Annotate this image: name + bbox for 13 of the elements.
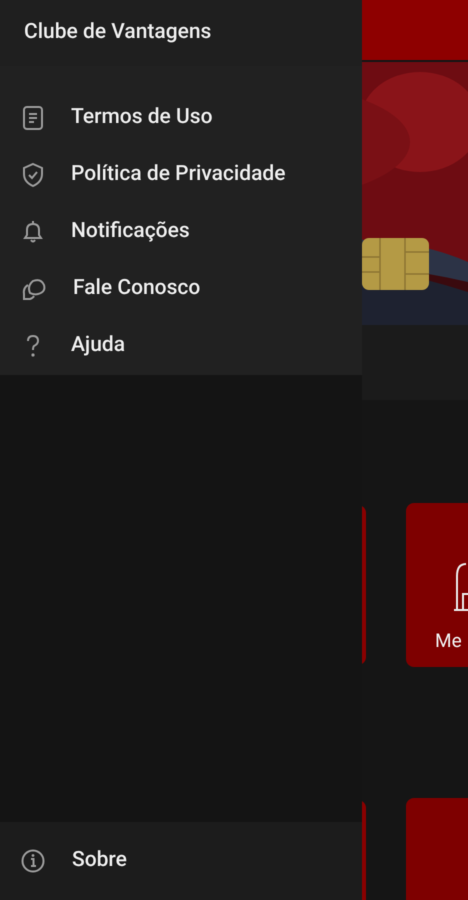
drawer-title: Clube de Vantagens (24, 19, 212, 46)
menu-item[interactable]: Fale Conosco (0, 260, 362, 317)
tile[interactable] (406, 503, 468, 667)
info-icon (20, 848, 46, 874)
bell-icon (21, 218, 45, 244)
tile[interactable] (406, 798, 468, 900)
shield-check-icon (21, 162, 45, 188)
menu-item[interactable]: Notificações (0, 203, 362, 260)
tile-label: Me (435, 631, 462, 650)
document-icon (21, 104, 45, 130)
menu-item[interactable]: Termos de Uso (0, 89, 362, 146)
menu-item[interactable]: Política de Privacidade (0, 146, 362, 203)
menu-item[interactable]: Ajuda (0, 317, 362, 374)
